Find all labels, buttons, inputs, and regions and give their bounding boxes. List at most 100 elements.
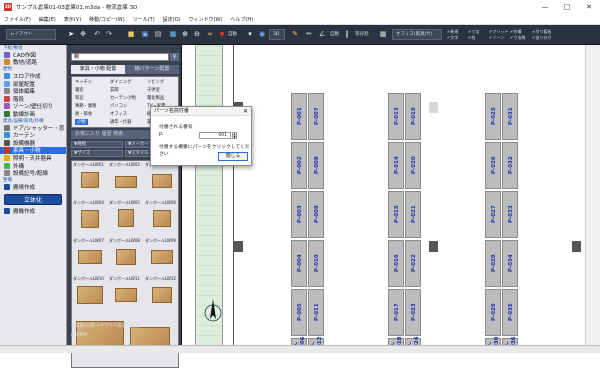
category-item[interactable]: キッチン — [75, 79, 92, 85]
nav-bottom-item[interactable]: 搬機作成 — [0, 208, 66, 215]
rack-slot[interactable]: P-029 — [485, 289, 501, 336]
rack-slot[interactable]: P-004 — [291, 240, 307, 287]
print-icon[interactable]: ▤ — [153, 29, 163, 40]
floor-plan-canvas[interactable]: P-001P-002P-003P-004P-005P-006P-007P-008… — [182, 45, 585, 348]
tab-shelf-pattern[interactable]: 棚パターン配置 — [125, 65, 179, 74]
nav-wiring[interactable]: 設備記号/配線 — [0, 169, 66, 177]
nav-conveyor[interactable]: 搬候作成 — [0, 183, 66, 191]
category-item[interactable]: 厨・飲食 — [75, 111, 92, 117]
number-spinner[interactable]: ▲ ▼ — [232, 132, 237, 139]
category-item[interactable]: リビング — [147, 79, 164, 85]
parts-search-input[interactable]: 棚 — [71, 53, 169, 61]
rack-slot[interactable]: P-019 — [405, 93, 421, 140]
office-dropdown[interactable]: オフィス(家具/什) — [392, 29, 442, 40]
rack-slot[interactable]: P-015 — [388, 191, 404, 238]
rack-slot[interactable]: P-031 — [502, 93, 518, 140]
menu-window[interactable]: ウィンドウ(W) — [185, 16, 227, 23]
rack-slot[interactable]: P-002 — [291, 142, 307, 189]
redo-icon[interactable]: ↷ — [104, 29, 114, 40]
category-item[interactable]: 和室 — [75, 95, 84, 101]
rack-slot[interactable]: P-003 — [291, 191, 307, 238]
rack-slot[interactable]: P-027 — [485, 191, 501, 238]
measure-icon[interactable]: ∞ — [205, 29, 215, 40]
menu-file[interactable]: ファイル(F) — [0, 16, 35, 23]
part-thumbnail[interactable]: ダンボールLW09 — [145, 238, 178, 275]
fit-view-icon[interactable]: ▦ — [168, 29, 178, 40]
category-item-selected[interactable]: 小物 — [75, 119, 88, 125]
part-thumbnail[interactable]: ダンボールLW03 — [145, 162, 178, 199]
rack-slot[interactable]: P-023 — [405, 289, 421, 336]
part-thumbnail[interactable]: ダンボールLW11 — [109, 276, 143, 313]
rack-slot[interactable]: P-021 — [405, 191, 421, 238]
dropdown-arrow-icon[interactable]: ▾ — [245, 29, 255, 40]
check-pillar[interactable]: ✔柱 — [468, 35, 475, 40]
category-item[interactable]: 通年・什器 — [110, 119, 131, 125]
pointer-icon[interactable]: ➤ — [66, 29, 76, 40]
check-grid[interactable]: ✔グリッド — [489, 29, 508, 34]
nav-site-road[interactable]: 敷地/道路 — [0, 59, 66, 66]
close-button[interactable]: 閉じる — [218, 152, 248, 161]
zoom-in-icon[interactable]: ⊕ — [180, 29, 190, 40]
menu-help[interactable]: ヘルプ(H) — [226, 16, 257, 23]
auto-mode-icon[interactable]: ● — [217, 29, 227, 40]
menu-edit[interactable]: 編集(E) — [35, 16, 60, 23]
minimize-icon[interactable]: — — [534, 0, 556, 14]
part-thumbnail[interactable]: ダンボールLW02 — [109, 162, 143, 199]
part-thumbnail[interactable]: ダンボールLW07 — [73, 238, 107, 275]
view-dropdown[interactable]: 3D — [269, 29, 285, 40]
auto-label[interactable]: 自動 — [228, 29, 237, 40]
rack-slot[interactable]: P-032 — [502, 142, 518, 189]
rack-slot[interactable]: P-034 — [502, 240, 518, 287]
category-item[interactable]: 電化製品 — [147, 95, 164, 101]
layout-dropdown[interactable]: レイアウト — [6, 29, 56, 40]
color-icon[interactable]: ◉ — [257, 29, 267, 40]
rack-slot[interactable]: P-017 — [388, 289, 404, 336]
zoom-out-icon[interactable]: ⊖ — [192, 29, 202, 40]
rack-slot[interactable]: P-005 — [291, 289, 307, 336]
rack-slot[interactable]: P-009 — [308, 191, 324, 238]
filter-size[interactable]: ▼サイズ — [71, 150, 123, 157]
check-exterior[interactable]: ✔外構 — [510, 29, 521, 34]
undo-icon[interactable]: ↶ — [92, 29, 102, 40]
rack-slot[interactable]: P-028 — [485, 240, 501, 287]
check-text[interactable]: ✔文字 — [447, 35, 458, 40]
check-dimension[interactable]: ✔寸法 — [468, 29, 479, 34]
save-icon[interactable]: ▣ — [140, 29, 150, 40]
split-label[interactable]: 等分割 — [355, 29, 369, 40]
rack-slot[interactable]: P-016 — [388, 240, 404, 287]
3d-build-button[interactable]: 立体化 — [4, 193, 62, 205]
sort-options[interactable]: 名前順 12件 ✔クラウド表示 ✔配置 — [71, 323, 139, 331]
category-item[interactable]: 事務・業務 — [75, 103, 96, 109]
rack-slot[interactable]: P-035 — [502, 289, 518, 336]
part-thumbnail[interactable]: ダンボールLW10 — [73, 276, 107, 313]
part-thumbnail[interactable]: ダンボールLW05 — [109, 200, 143, 237]
select-icon[interactable]: ✥ — [78, 29, 88, 40]
check-dimline[interactable]: ✔寸法線 — [510, 35, 525, 40]
search-icon[interactable]: ⚲ — [170, 53, 179, 61]
pen-icon[interactable]: ✏ — [304, 29, 314, 40]
ruler-icon[interactable]: ∠ — [317, 29, 327, 40]
rack-slot[interactable]: P-007 — [308, 93, 324, 140]
rack-slot[interactable]: P-033 — [502, 191, 518, 238]
vertical-scrollbar[interactable] — [585, 45, 600, 345]
category-item[interactable]: 子供室 — [147, 87, 160, 93]
menu-move-copy[interactable]: 移動/コピー(W) — [85, 16, 129, 23]
rack-slot[interactable]: P-008 — [308, 142, 324, 189]
check-paint[interactable]: ✔塗り分け — [532, 35, 551, 40]
nav-lighting[interactable]: 照明・天井器具 — [0, 154, 66, 162]
category-item[interactable]: 寝室 — [75, 87, 84, 93]
rack-slot[interactable]: P-022 — [405, 240, 421, 287]
check-sign[interactable]: ✔吊り看板 — [532, 29, 551, 34]
part-thumbnail[interactable]: ダンボールLW08 — [109, 238, 143, 275]
tab-furniture-place[interactable]: 家具・小物 配置 — [71, 65, 125, 74]
category-item[interactable]: オフィス — [110, 111, 127, 117]
rack-slot[interactable]: P-010 — [308, 240, 324, 287]
rack-slot[interactable]: P-025 — [485, 93, 501, 140]
maximize-icon[interactable]: □ — [556, 0, 578, 14]
category-item[interactable]: ダイニング — [110, 79, 131, 85]
category-item[interactable]: 玄関 — [110, 87, 119, 93]
grid-icon[interactable]: ▦ — [378, 29, 388, 40]
close-icon[interactable]: ✕ — [578, 0, 600, 14]
nav-object-edit[interactable]: 個体編集 — [0, 87, 66, 95]
auto2-label[interactable]: 自動 — [330, 29, 339, 40]
